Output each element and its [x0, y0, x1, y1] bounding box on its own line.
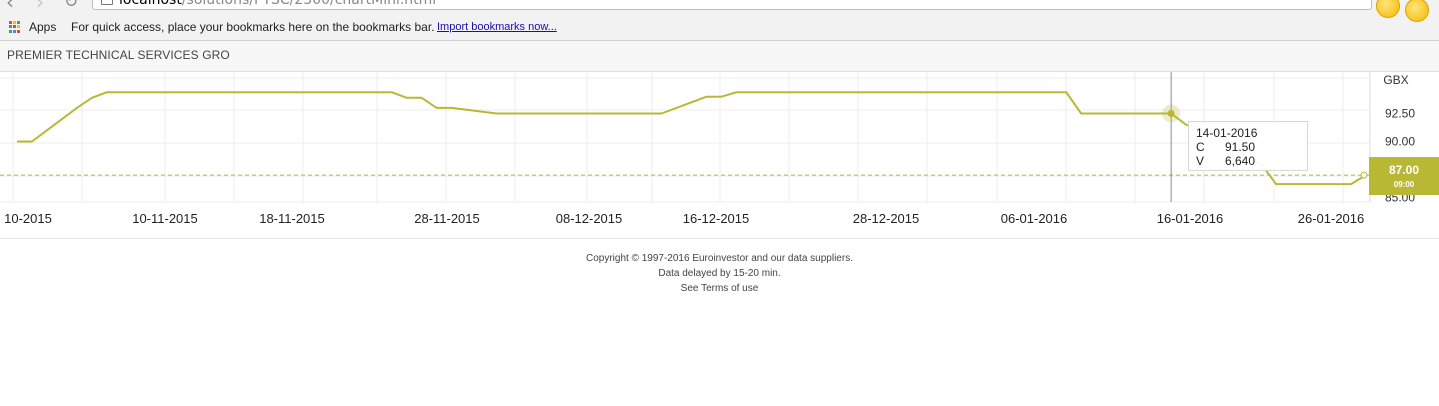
x-tick-label: 28-12-2015: [853, 211, 920, 226]
x-tick-label: 16-12-2015: [683, 211, 750, 226]
forward-arrow-icon[interactable]: ›: [36, 0, 44, 12]
x-tick-label: 16-01-2016: [1157, 211, 1224, 226]
bookmarks-hint: For quick access, place your bookmarks h…: [71, 20, 435, 34]
tooltip-date: 14-01-2016: [1196, 126, 1258, 140]
bookmarks-bar: Apps For quick access, place your bookma…: [0, 17, 1439, 37]
page-icon: [101, 0, 113, 5]
tooltip-close-value: 91.50: [1225, 140, 1256, 154]
chart-widget: PREMIER TECHNICAL SERVICES GRO 10-2015 10…: [0, 41, 1439, 239]
tooltip-volume-value: 6,640: [1225, 154, 1256, 168]
hover-point: [1167, 109, 1175, 117]
bookmark-star-icon[interactable]: ☆: [1346, 0, 1359, 3]
x-tick-label: 26-01-2016: [1298, 211, 1365, 226]
reload-icon[interactable]: ↻: [64, 0, 78, 12]
last-price-badge: 87.00 09:00: [1369, 157, 1439, 195]
x-tick-label: 28-11-2015: [414, 211, 480, 226]
last-price-dot: [1360, 171, 1368, 179]
x-tick-label: 18-11-2015: [259, 211, 325, 226]
x-axis: 10-2015 10-11-2015 18-11-2015 28-11-2015 08-…: [4, 211, 1364, 226]
url-host: localhost: [119, 0, 182, 8]
url-path: /solutions/PTSC/2300/chartMini.html: [181, 0, 437, 8]
chart-tooltip: 14-01-2016 C 91.50 V 6,640: [1188, 121, 1308, 171]
x-tick-label: 10-11-2015: [132, 211, 198, 226]
delay-note: Data delayed by 15-20 min.: [658, 268, 781, 279]
x-tick-label: 10-2015: [4, 211, 52, 226]
browser-toolbar: ‹ › ↻ localhost/solutions/PTSC/2300/char…: [0, 0, 1439, 41]
x-tick-label: 08-12-2015: [556, 211, 623, 226]
price-line: [17, 91, 1367, 186]
y-tick-label: 90.00: [1385, 134, 1415, 148]
import-bookmarks-link[interactable]: Import bookmarks now...: [437, 17, 557, 37]
copyright-text: Copyright © 1997-2016 Euroinvestor and o…: [586, 253, 853, 264]
y-tick-label: 92.50: [1385, 106, 1415, 120]
tooltip-volume-row: V 6,640: [1196, 154, 1307, 168]
extension-icon[interactable]: [1376, 0, 1400, 18]
price-series: [0, 91, 1370, 186]
last-price-time: 09:00: [1393, 180, 1415, 189]
x-tick-label: 06-01-2016: [1001, 211, 1068, 226]
tooltip-volume-label: V: [1196, 154, 1205, 168]
last-price-value: 87.00: [1388, 163, 1420, 177]
footer: Copyright © 1997-2016 Euroinvestor and o…: [0, 251, 1439, 296]
apps-grid-icon[interactable]: [9, 21, 21, 33]
tooltip-close-row: C 91.50: [1196, 140, 1307, 154]
terms-of-use-link[interactable]: See Terms of use: [681, 283, 759, 294]
tooltip-close-label: C: [1196, 140, 1205, 154]
currency-label: GBX: [1383, 73, 1408, 87]
address-bar[interactable]: localhost/solutions/PTSC/2300/chartMini.…: [92, 0, 1372, 10]
back-arrow-icon[interactable]: ‹: [6, 0, 14, 12]
apps-link[interactable]: Apps: [29, 17, 56, 37]
